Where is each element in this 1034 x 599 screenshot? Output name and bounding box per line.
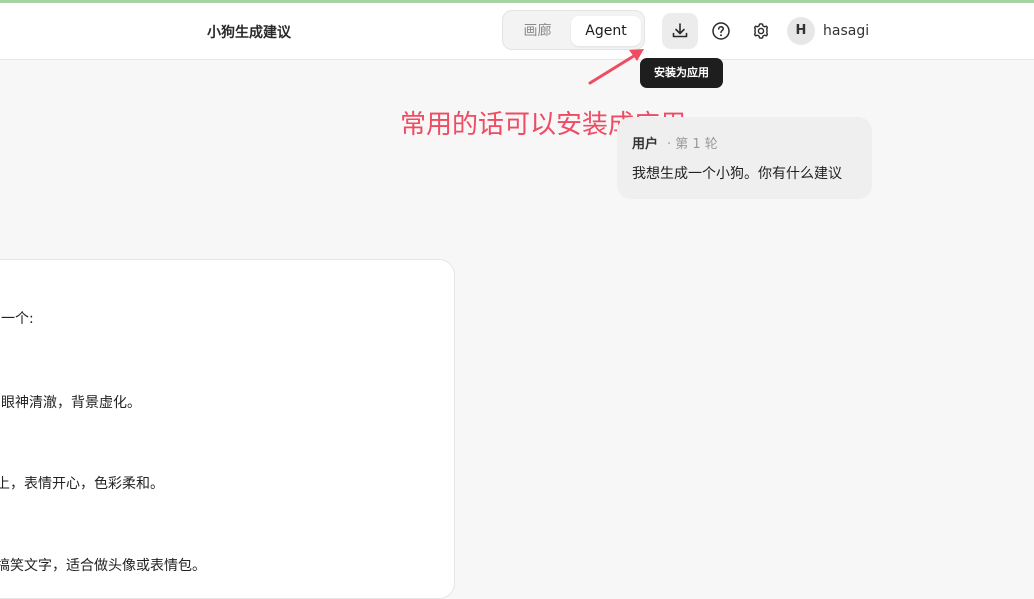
assistant-line: 一个: xyxy=(1,311,34,327)
assistant-message-card: 一个: 眼神清澈，背景虚化。 上，表情开心，色彩柔和。 搞笑文字，适合做头像或表… xyxy=(0,259,455,599)
assistant-line: 上，表情开心，色彩柔和。 xyxy=(0,476,164,492)
download-icon xyxy=(672,23,688,38)
gear-icon xyxy=(753,23,769,39)
annotation-arrow-icon xyxy=(588,49,644,85)
help-circle-icon xyxy=(712,22,730,40)
assistant-line: 眼神清澈，背景虚化。 xyxy=(1,395,141,411)
top-header: 小狗生成建议 画廊 Agent H hasagi xyxy=(0,3,1034,60)
user-name[interactable]: hasagi xyxy=(823,23,869,39)
user-avatar[interactable]: H xyxy=(787,17,815,45)
assistant-line: 搞笑文字，适合做头像或表情包。 xyxy=(0,558,206,574)
tab-gallery[interactable]: 画廊 xyxy=(511,16,564,46)
user-message-bubble: 用户 · 第 1 轮 我想生成一个小狗。你有什么建议 xyxy=(617,117,872,199)
help-button[interactable] xyxy=(703,13,739,49)
page-title: 小狗生成建议 xyxy=(207,25,291,41)
install-app-button[interactable] xyxy=(662,13,698,49)
message-author: 用户 xyxy=(632,137,659,152)
settings-button[interactable] xyxy=(743,13,779,49)
message-round: · 第 1 轮 xyxy=(667,137,718,152)
message-text: 我想生成一个小狗。你有什么建议 xyxy=(632,166,842,182)
